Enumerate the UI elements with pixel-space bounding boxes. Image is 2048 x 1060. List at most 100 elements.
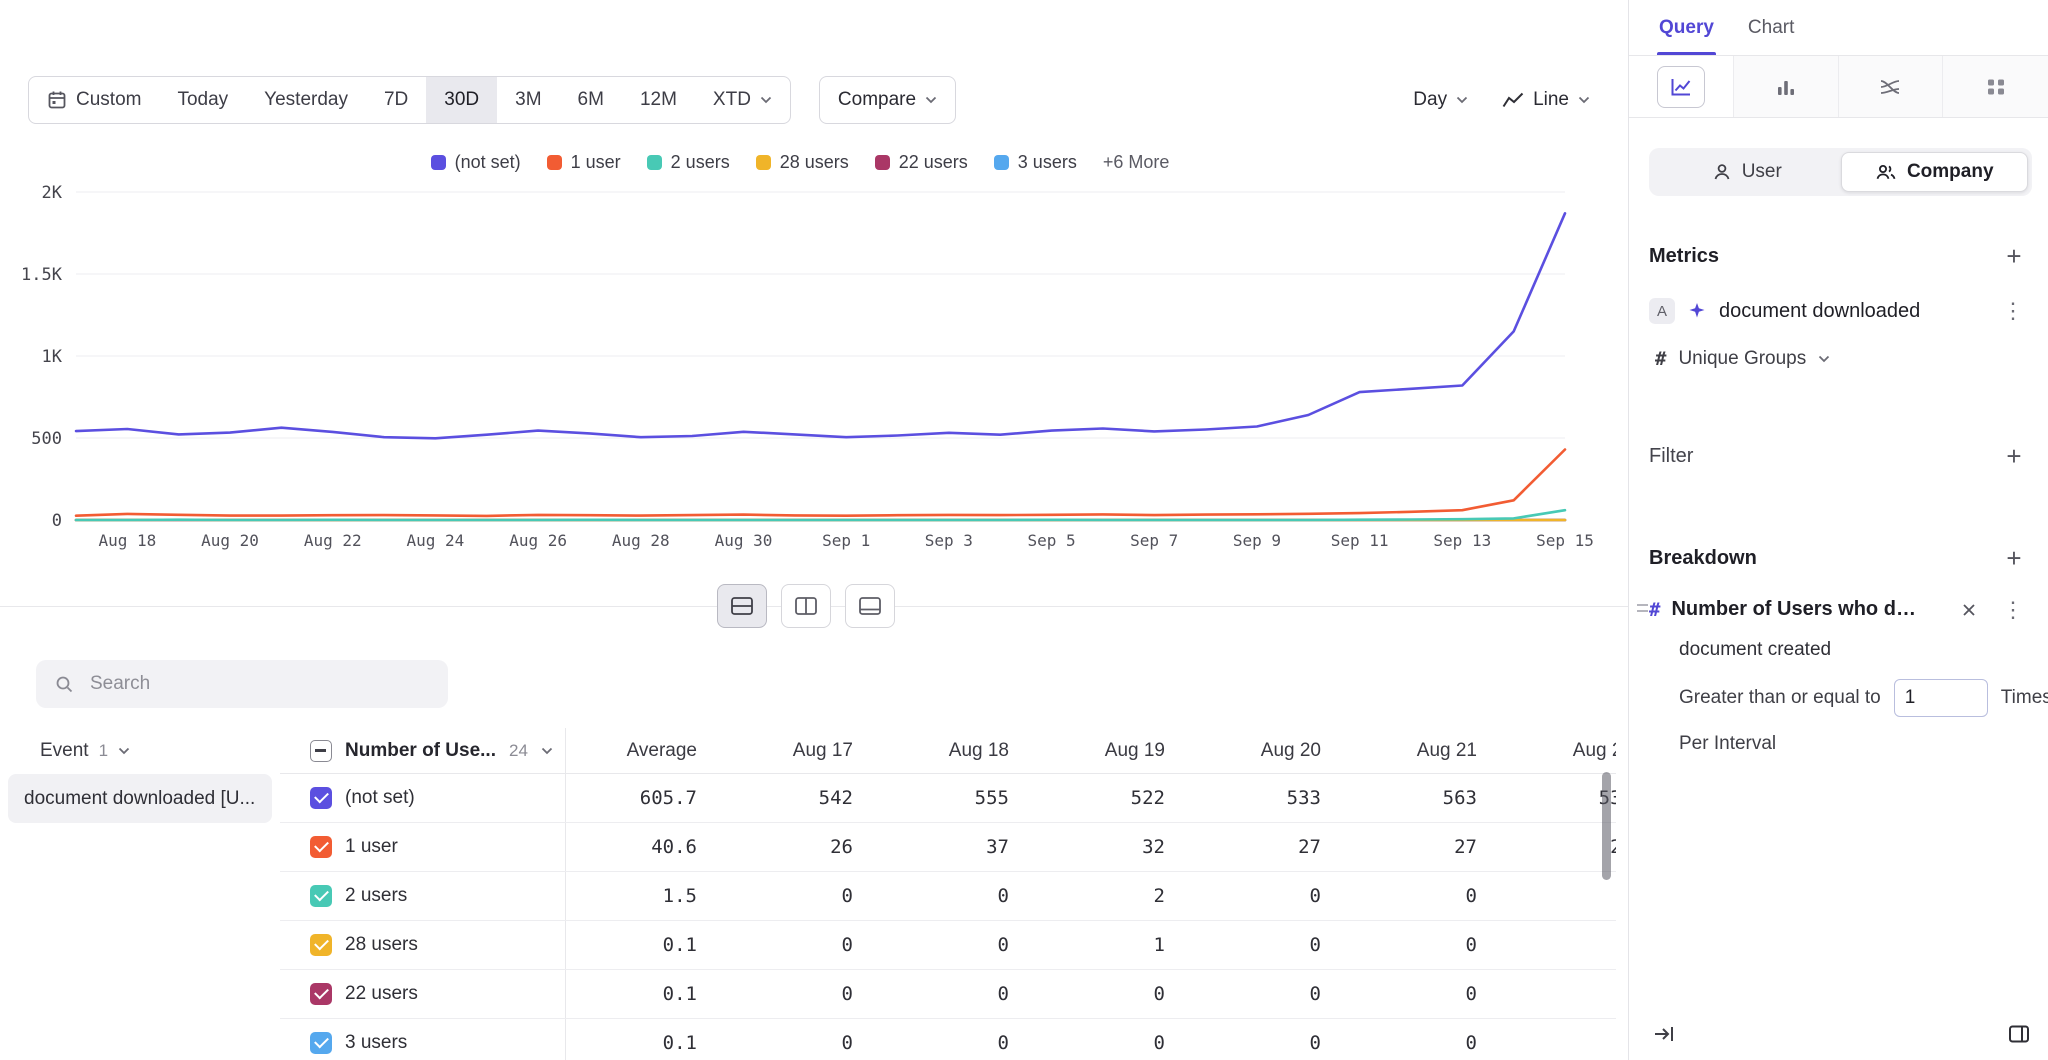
cell-value[interactable]: 27 bbox=[1347, 836, 1503, 858]
chart-type-bar-tab[interactable] bbox=[1734, 56, 1839, 117]
cell-value[interactable]: 0 bbox=[723, 885, 879, 907]
view-split-vertical-button[interactable] bbox=[781, 584, 831, 628]
chart-canvas[interactable]: 05001K1.5K2KAug 18Aug 20Aug 22Aug 24Aug … bbox=[20, 178, 1605, 550]
cell-value[interactable]: 0 bbox=[1347, 885, 1503, 907]
chart-type-button[interactable]: Line bbox=[1492, 76, 1600, 124]
cell-value[interactable]: 26 bbox=[723, 836, 879, 858]
date-range-12m[interactable]: 12M bbox=[622, 77, 695, 123]
date-range-xtd[interactable]: XTD bbox=[695, 77, 790, 123]
vertical-scrollbar[interactable] bbox=[1602, 772, 1611, 880]
tab-query[interactable]: Query bbox=[1659, 0, 1714, 55]
cell-value[interactable]: 0 bbox=[1347, 1032, 1503, 1054]
add-filter-button[interactable]: + bbox=[2000, 442, 2028, 470]
add-metric-button[interactable]: + bbox=[2000, 242, 2028, 270]
cell-value[interactable]: 0 bbox=[1035, 1032, 1191, 1054]
date-range-30d[interactable]: 30D bbox=[426, 77, 497, 123]
cell-value[interactable]: 0 bbox=[723, 934, 879, 956]
average-header[interactable]: Average bbox=[565, 740, 723, 762]
select-all-checkbox[interactable] bbox=[310, 740, 332, 762]
breakdown-value-input[interactable] bbox=[1894, 679, 1988, 717]
cell-value[interactable]: 563 bbox=[1347, 787, 1503, 809]
chart-type-more-tab[interactable] bbox=[1943, 56, 2048, 117]
date-column-header[interactable]: Aug 19 bbox=[1035, 740, 1191, 762]
cell-value[interactable]: 0 bbox=[1191, 1032, 1347, 1054]
cell-value[interactable]: 0 bbox=[1191, 934, 1347, 956]
legend-item[interactable]: 28 users bbox=[756, 152, 849, 173]
cell-value[interactable]: 32 bbox=[1035, 836, 1191, 858]
compare-button[interactable]: Compare bbox=[819, 76, 956, 124]
cell-value[interactable]: 2 bbox=[1035, 885, 1191, 907]
granularity-button[interactable]: Day bbox=[1403, 76, 1478, 124]
tab-chart[interactable]: Chart bbox=[1748, 0, 1794, 55]
view-chart-only-button[interactable] bbox=[845, 584, 895, 628]
date-range-yesterday[interactable]: Yesterday bbox=[246, 77, 366, 123]
date-column-header[interactable]: Aug 22 bbox=[1503, 740, 1616, 762]
drag-handle[interactable] bbox=[1637, 604, 1648, 612]
cell-value[interactable]: 522 bbox=[1035, 787, 1191, 809]
cell-value[interactable]: 1 bbox=[1035, 934, 1191, 956]
event-column-header[interactable]: Event 1 bbox=[0, 728, 280, 774]
row-checkbox[interactable] bbox=[310, 934, 332, 956]
breakdown-event-name[interactable]: document created bbox=[1679, 639, 2028, 661]
cell-value[interactable]: 0 bbox=[879, 1032, 1035, 1054]
collapse-panel-button[interactable] bbox=[1649, 1020, 1679, 1048]
chart-type-flow-tab[interactable] bbox=[1839, 56, 1944, 117]
cell-value[interactable]: 533 bbox=[1191, 787, 1347, 809]
cell-value[interactable]: 0 bbox=[1191, 885, 1347, 907]
cell-value[interactable]: 29 bbox=[1503, 836, 1616, 858]
cell-value[interactable]: 0 bbox=[879, 983, 1035, 1005]
cell-value[interactable]: 0 bbox=[723, 1032, 879, 1054]
row-checkbox[interactable] bbox=[310, 1032, 332, 1054]
event-list-item[interactable]: document downloaded [U... bbox=[8, 774, 272, 823]
legend-item[interactable]: 1 user bbox=[547, 152, 621, 173]
cell-value[interactable]: 0 bbox=[1191, 983, 1347, 1005]
cell-value[interactable]: 0 bbox=[1503, 1032, 1616, 1054]
metric-item[interactable]: A document downloaded ⋮ bbox=[1649, 298, 2028, 324]
cell-value[interactable]: 555 bbox=[879, 787, 1035, 809]
cell-value[interactable]: 27 bbox=[1191, 836, 1347, 858]
legend-item[interactable]: (not set) bbox=[431, 152, 521, 173]
cell-value[interactable]: 0 bbox=[1035, 983, 1191, 1005]
row-checkbox[interactable] bbox=[310, 983, 332, 1005]
cell-value[interactable]: 0 bbox=[879, 934, 1035, 956]
date-range-today[interactable]: Today bbox=[159, 77, 246, 123]
breakdown-header-cell[interactable]: Number of Use... 24 bbox=[280, 740, 565, 762]
breakdown-menu-icon[interactable]: ⋮ bbox=[1998, 599, 2028, 621]
date-range-custom[interactable]: Custom bbox=[29, 77, 159, 123]
timeseries-chart[interactable]: 05001K1.5K2KAug 18Aug 20Aug 22Aug 24Aug … bbox=[20, 178, 1605, 550]
add-breakdown-button[interactable]: + bbox=[2000, 544, 2028, 572]
breakdown-interval-label[interactable]: Per Interval bbox=[1679, 733, 2028, 755]
date-range-3m[interactable]: 3M bbox=[497, 77, 559, 123]
toggle-sidebar-button[interactable] bbox=[2004, 1020, 2034, 1048]
measure-selector[interactable]: # Unique Groups bbox=[1649, 348, 2028, 370]
legend-item[interactable]: 2 users bbox=[647, 152, 730, 173]
group-toggle-user[interactable]: User bbox=[1653, 152, 1841, 192]
cell-value[interactable]: 537 bbox=[1503, 787, 1616, 809]
cell-value[interactable]: 0 bbox=[1347, 983, 1503, 1005]
row-checkbox[interactable] bbox=[310, 836, 332, 858]
cell-value[interactable]: 0 bbox=[723, 983, 879, 1005]
row-checkbox[interactable] bbox=[310, 885, 332, 907]
search-input[interactable] bbox=[36, 660, 448, 708]
legend-item[interactable]: 3 users bbox=[994, 152, 1077, 173]
group-toggle-company[interactable]: Company bbox=[1841, 152, 2029, 192]
cell-value[interactable]: 0 bbox=[879, 885, 1035, 907]
metric-menu-icon[interactable]: ⋮ bbox=[1998, 300, 2028, 322]
cell-value[interactable]: 542 bbox=[723, 787, 879, 809]
breakdown-condition-label[interactable]: Greater than or equal to bbox=[1679, 687, 1881, 709]
cell-value[interactable]: 0 bbox=[1347, 934, 1503, 956]
cell-value[interactable]: 0 bbox=[1503, 983, 1616, 1005]
cell-value[interactable]: 37 bbox=[879, 836, 1035, 858]
date-column-header[interactable]: Aug 17 bbox=[723, 740, 879, 762]
date-column-header[interactable]: Aug 18 bbox=[879, 740, 1035, 762]
legend-item[interactable]: 22 users bbox=[875, 152, 968, 173]
date-range-6m[interactable]: 6M bbox=[560, 77, 622, 123]
row-checkbox[interactable] bbox=[310, 787, 332, 809]
legend-more[interactable]: +6 More bbox=[1103, 152, 1170, 173]
view-split-horizontal-button[interactable] bbox=[717, 584, 767, 628]
date-column-header[interactable]: Aug 21 bbox=[1347, 740, 1503, 762]
date-column-header[interactable]: Aug 20 bbox=[1191, 740, 1347, 762]
remove-breakdown-button[interactable] bbox=[1959, 600, 1979, 620]
cell-value[interactable]: 0 bbox=[1503, 934, 1616, 956]
cell-value[interactable]: 0 bbox=[1503, 885, 1616, 907]
